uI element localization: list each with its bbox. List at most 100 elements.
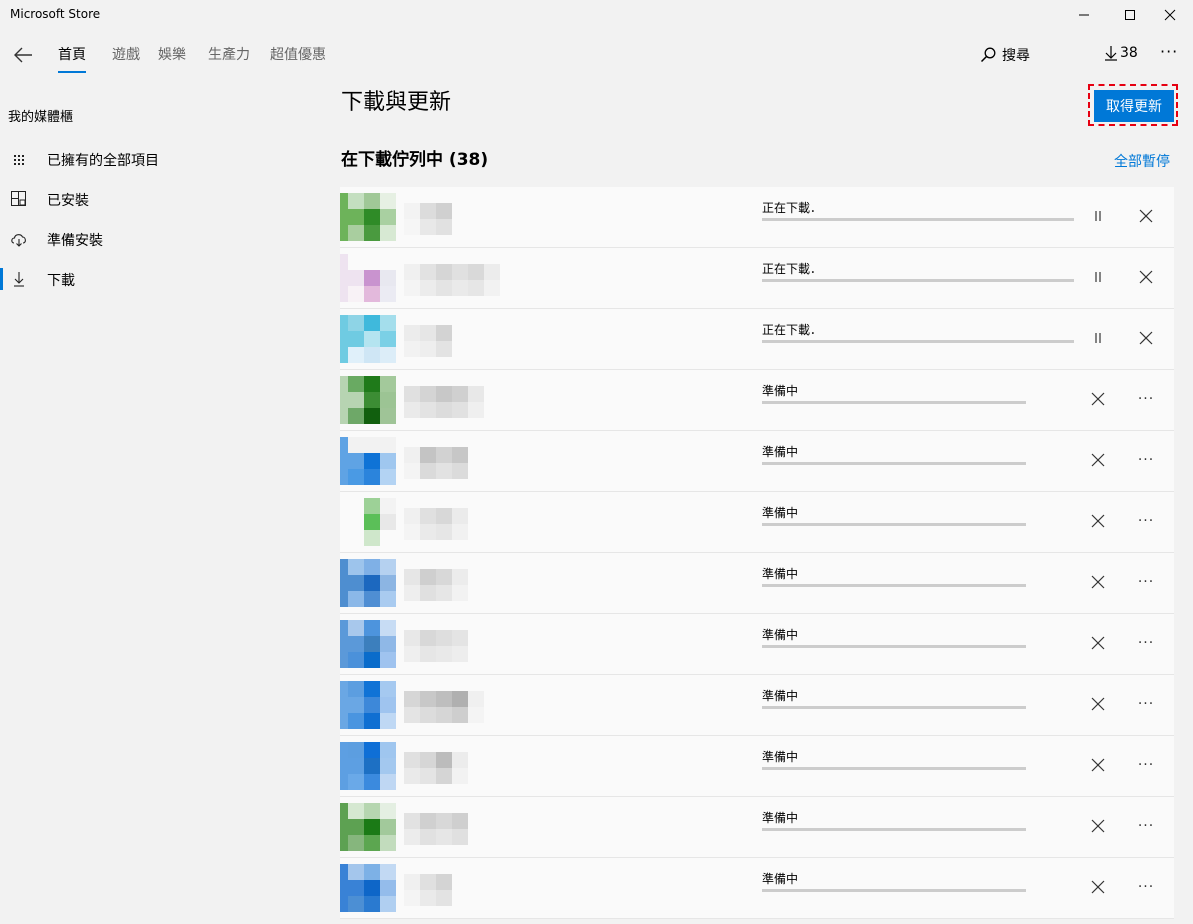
- sidebar-item-installed[interactable]: 已安裝: [0, 186, 300, 212]
- cancel-button[interactable]: [1085, 691, 1111, 717]
- nav-bar: 首頁 遊戲 娛樂 生產力 超值優惠 搜尋 38 ···: [0, 36, 1193, 76]
- pause-button[interactable]: [1085, 203, 1111, 229]
- tab-home[interactable]: 首頁: [50, 36, 94, 76]
- app-title: Microsoft Store: [10, 7, 101, 21]
- sidebar-item-ready-to-install[interactable]: 準備安裝: [0, 226, 300, 252]
- more-button[interactable]: ···: [1133, 874, 1159, 900]
- download-row[interactable]: 準備中 ···: [340, 431, 1174, 492]
- download-status: 準備中: [762, 689, 799, 703]
- progress-bar: [762, 340, 1074, 343]
- progress-bar: [762, 889, 1026, 892]
- more-button[interactable]: ···: [1133, 691, 1159, 717]
- progress-bar: [762, 218, 1074, 221]
- more-button[interactable]: ···: [1133, 508, 1159, 534]
- download-status: 正在下載．: [762, 262, 823, 276]
- more-button[interactable]: ···: [1133, 630, 1159, 656]
- download-status: 準備中: [762, 567, 799, 581]
- download-row[interactable]: 準備中 ···: [340, 370, 1174, 431]
- sidebar-item-label: 準備安裝: [47, 233, 103, 249]
- tab-entertainment[interactable]: 娛樂: [150, 36, 194, 76]
- sidebar-item-owned[interactable]: 已擁有的全部項目: [0, 146, 300, 172]
- download-row[interactable]: 準備中 ···: [340, 797, 1174, 858]
- minimize-button[interactable]: [1061, 0, 1107, 30]
- download-row[interactable]: 準備中 ···: [340, 736, 1174, 797]
- app-thumbnail: [340, 858, 404, 919]
- downloads-button[interactable]: 38: [1104, 45, 1138, 61]
- cancel-button[interactable]: [1085, 813, 1111, 839]
- more-icon: ···: [1137, 757, 1155, 773]
- download-row[interactable]: 準備中 ···: [340, 553, 1174, 614]
- progress-bar: [762, 523, 1026, 526]
- cancel-button[interactable]: [1085, 508, 1111, 534]
- cancel-button[interactable]: [1085, 447, 1111, 473]
- download-row[interactable]: 準備中 ···: [340, 858, 1174, 919]
- download-status: 準備中: [762, 811, 799, 825]
- pause-button[interactable]: [1085, 325, 1111, 351]
- cancel-button[interactable]: [1085, 874, 1111, 900]
- close-icon: [1091, 453, 1105, 467]
- cancel-button[interactable]: [1133, 325, 1159, 351]
- back-button[interactable]: [10, 44, 36, 66]
- cancel-button[interactable]: [1085, 630, 1111, 656]
- sidebar-item-label: 下載: [47, 273, 75, 289]
- download-status: 正在下載．: [762, 323, 823, 337]
- cancel-button[interactable]: [1085, 569, 1111, 595]
- close-icon: [1139, 331, 1153, 345]
- sidebar-item-label: 已安裝: [47, 193, 89, 209]
- app-thumbnail: [340, 309, 404, 370]
- download-row[interactable]: 正在下載．: [340, 309, 1174, 370]
- more-button[interactable]: ···: [1133, 569, 1159, 595]
- download-row[interactable]: 準備中 ···: [340, 492, 1174, 553]
- close-icon: [1164, 9, 1176, 21]
- close-icon: [1139, 270, 1153, 284]
- progress-bar: [762, 279, 1074, 282]
- title-bar: Microsoft Store: [0, 0, 1193, 30]
- cancel-button[interactable]: [1085, 752, 1111, 778]
- tab-deals[interactable]: 超值優惠: [262, 36, 334, 76]
- sidebar-title: 我的媒體櫃: [8, 110, 74, 125]
- close-icon: [1091, 636, 1105, 650]
- app-thumbnail: [340, 370, 404, 431]
- search-button[interactable]: 搜尋: [980, 45, 1030, 65]
- app-thumbnail: [340, 675, 404, 736]
- tab-games[interactable]: 遊戲: [104, 36, 148, 76]
- more-button[interactable]: ···: [1133, 447, 1159, 473]
- progress-bar: [762, 828, 1026, 831]
- download-status: 準備中: [762, 445, 799, 459]
- nav-tabs: 首頁 遊戲 娛樂 生產力 超值優惠: [50, 36, 334, 76]
- queue-title: 在下載佇列中 (38): [341, 150, 489, 170]
- cancel-button[interactable]: [1085, 386, 1111, 412]
- download-row[interactable]: 正在下載．: [340, 248, 1174, 309]
- download-row[interactable]: 準備中 ···: [340, 614, 1174, 675]
- close-window-button[interactable]: [1147, 0, 1193, 30]
- progress-bar: [762, 401, 1026, 404]
- progress-bar: [762, 767, 1026, 770]
- get-updates-button[interactable]: 取得更新: [1094, 90, 1174, 122]
- more-icon: ···: [1137, 696, 1155, 712]
- sidebar-item-downloads[interactable]: 下載: [0, 266, 300, 292]
- download-row[interactable]: 正在下載．: [340, 187, 1174, 248]
- download-row[interactable]: 準備中 ···: [340, 675, 1174, 736]
- download-status: 準備中: [762, 628, 799, 642]
- cancel-button[interactable]: [1133, 264, 1159, 290]
- search-icon: [980, 47, 996, 63]
- more-button[interactable]: ···: [1133, 813, 1159, 839]
- cloud-download-icon: [11, 234, 26, 247]
- more-options-button[interactable]: ···: [1160, 42, 1178, 61]
- more-icon: ···: [1137, 513, 1155, 529]
- tab-productivity[interactable]: 生產力: [200, 36, 258, 76]
- app-thumbnail: [340, 553, 404, 614]
- download-status: 正在下載．: [762, 201, 823, 215]
- cancel-button[interactable]: [1133, 203, 1159, 229]
- app-thumbnail: [340, 736, 404, 797]
- pause-all-link[interactable]: 全部暫停: [1114, 151, 1170, 171]
- more-icon: ···: [1137, 879, 1155, 895]
- minimize-icon: [1079, 14, 1089, 16]
- close-icon: [1091, 880, 1105, 894]
- more-button[interactable]: ···: [1133, 752, 1159, 778]
- pause-button[interactable]: [1085, 264, 1111, 290]
- more-icon: ···: [1137, 452, 1155, 468]
- more-button[interactable]: ···: [1133, 386, 1159, 412]
- search-label: 搜尋: [1002, 48, 1030, 64]
- back-arrow-icon: [14, 47, 32, 63]
